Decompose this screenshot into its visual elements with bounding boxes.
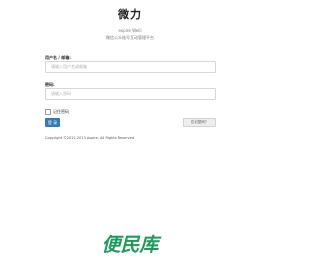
page-header: 微力 expire Weili 微信公众账号互动管理平台 — [0, 0, 260, 48]
remember-checkbox[interactable] — [45, 109, 51, 115]
password-input[interactable]: 请输入密码 — [45, 88, 216, 100]
remember-row: 记住密码 — [45, 108, 216, 116]
forgot-password-button[interactable]: 忘记密码？ — [183, 118, 216, 127]
username-label: 用户名 / 邮箱: — [45, 55, 71, 60]
form-actions: 登 录 忘记密码？ — [45, 118, 216, 130]
remember-label[interactable]: 记住密码 — [53, 109, 69, 115]
app-subtitle-line1: expire Weili — [118, 28, 142, 33]
copyright-text: Copyright ©2012-2013 Aspire. All Rights … — [45, 136, 134, 140]
login-button[interactable]: 登 录 — [45, 118, 60, 127]
app-subtitle-line2: 微信公众账号互动管理平台 — [106, 35, 154, 40]
login-form: 用户名 / 邮箱: 请输入用户名或邮箱 密码: 请输入密码 记住密码 登 录 忘… — [45, 54, 216, 140]
username-input[interactable]: 请输入用户名或邮箱 — [45, 61, 216, 73]
app-title: 微力 — [118, 8, 142, 21]
password-label: 密码: — [45, 82, 55, 87]
watermark-logo: 便民库 — [101, 234, 159, 256]
